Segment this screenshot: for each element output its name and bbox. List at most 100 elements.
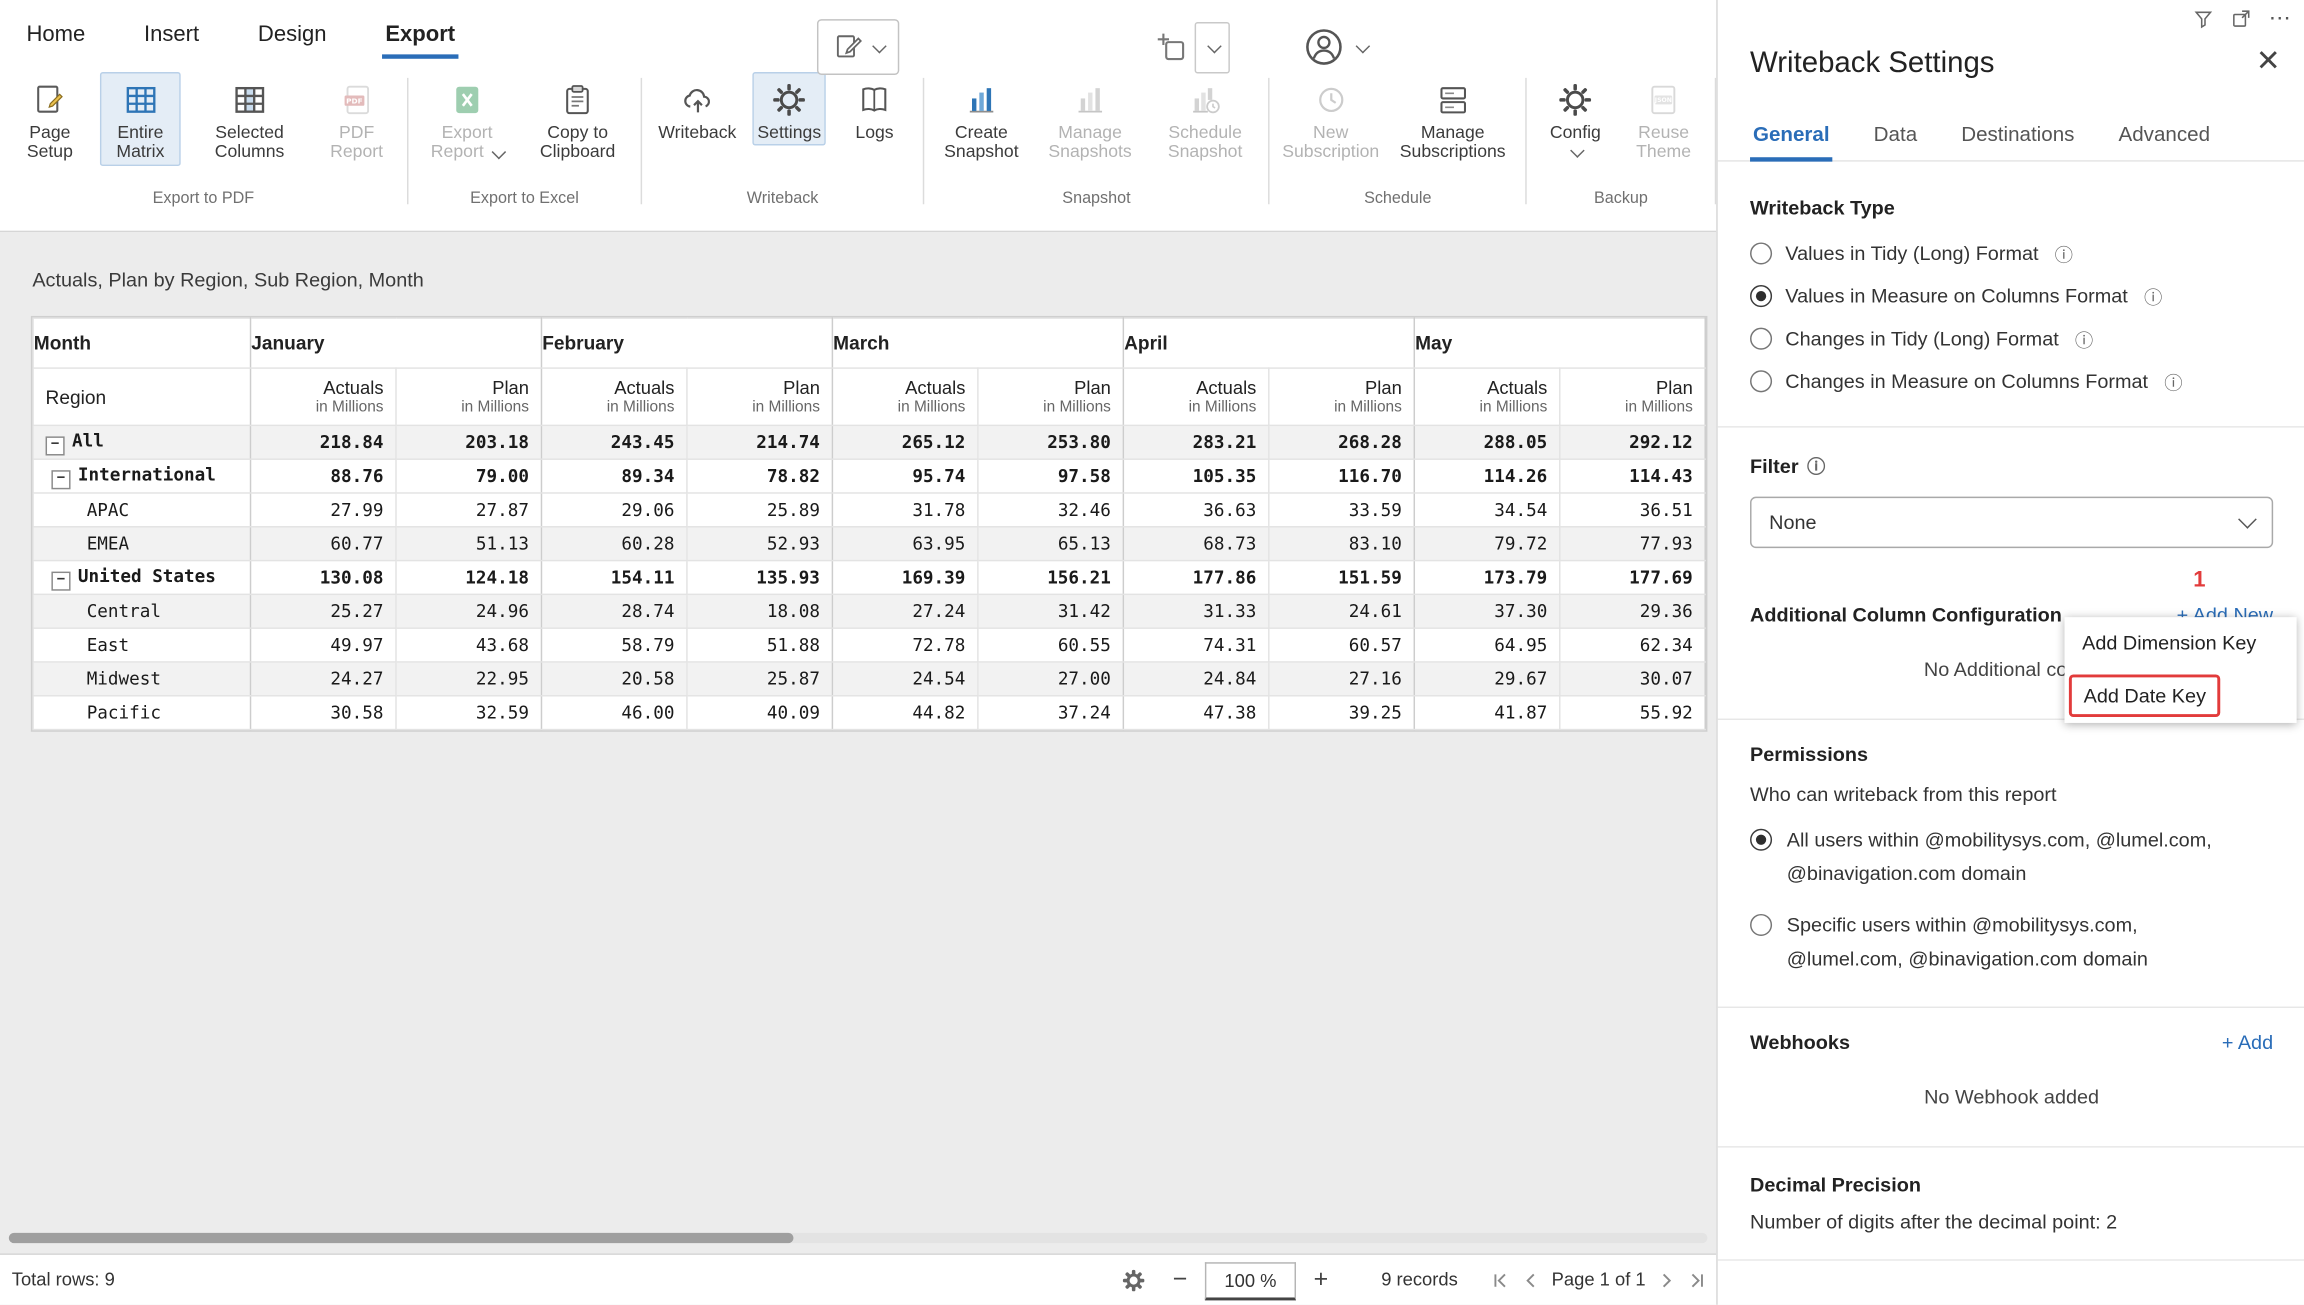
measure-header-actuals[interactable]: Actualsin Millions bbox=[251, 368, 396, 425]
matrix-cell[interactable]: 63.95 bbox=[832, 527, 977, 561]
info-icon[interactable]: ⓘ bbox=[2164, 367, 2182, 395]
matrix-cell[interactable]: 31.42 bbox=[978, 594, 1123, 628]
matrix-cell[interactable]: 25.87 bbox=[687, 662, 832, 696]
matrix-cell[interactable]: 292.12 bbox=[1560, 425, 1705, 459]
panel-tab-data[interactable]: Data bbox=[1871, 110, 1920, 160]
ribbon-button-entire-matrix[interactable]: Entire Matrix bbox=[100, 72, 181, 166]
matrix-cell[interactable]: 214.74 bbox=[687, 425, 832, 459]
writeback-type-option-values-in-tidy-long-format[interactable]: Values in Tidy (Long) Formatⓘ bbox=[1750, 232, 2273, 275]
zoom-level-input[interactable]: 100 % bbox=[1205, 1262, 1296, 1300]
matrix-cell[interactable]: 33.59 bbox=[1269, 493, 1414, 527]
matrix-cell[interactable]: 27.24 bbox=[832, 594, 977, 628]
measure-header-plan[interactable]: Planin Millions bbox=[978, 368, 1123, 425]
writeback-type-option-changes-in-tidy-long-format[interactable]: Changes in Tidy (Long) Formatⓘ bbox=[1750, 317, 2273, 360]
zoom-out-button[interactable]: − bbox=[1173, 1255, 1188, 1305]
matrix-cell[interactable]: 29.06 bbox=[541, 493, 686, 527]
info-icon[interactable]: ⓘ bbox=[1807, 456, 1825, 478]
more-options-icon[interactable]: ⋯ bbox=[2269, 8, 2293, 29]
ribbon-button-settings[interactable]: Settings bbox=[753, 72, 826, 146]
measure-header-plan[interactable]: Planin Millions bbox=[1560, 368, 1705, 425]
ribbon-button-manage-subscriptions[interactable]: Manage Subscriptions bbox=[1392, 72, 1514, 166]
matrix-cell[interactable]: 243.45 bbox=[541, 425, 686, 459]
matrix-cell[interactable]: 31.78 bbox=[832, 493, 977, 527]
matrix-cell[interactable]: 18.08 bbox=[687, 594, 832, 628]
row-label-east[interactable]: East bbox=[33, 628, 250, 662]
matrix-cell[interactable]: 156.21 bbox=[978, 561, 1123, 595]
matrix-cell[interactable]: 28.74 bbox=[541, 594, 686, 628]
row-label-emea[interactable]: EMEA bbox=[33, 527, 250, 561]
matrix-cell[interactable]: 36.63 bbox=[1123, 493, 1268, 527]
matrix-cell[interactable]: 34.54 bbox=[1414, 493, 1559, 527]
ribbon-tab-export[interactable]: Export bbox=[382, 15, 458, 55]
matrix-cell[interactable]: 124.18 bbox=[396, 561, 541, 595]
matrix-cell[interactable]: 60.77 bbox=[251, 527, 396, 561]
matrix-cell[interactable]: 68.73 bbox=[1123, 527, 1268, 561]
matrix-cell[interactable]: 29.67 bbox=[1414, 662, 1559, 696]
measure-header-actuals[interactable]: Actualsin Millions bbox=[541, 368, 686, 425]
month-header-may[interactable]: May bbox=[1414, 318, 1705, 368]
matrix-cell[interactable]: 60.28 bbox=[541, 527, 686, 561]
matrix-cell[interactable]: 27.87 bbox=[396, 493, 541, 527]
matrix-cell[interactable]: 97.58 bbox=[978, 459, 1123, 493]
matrix-cell[interactable]: 135.93 bbox=[687, 561, 832, 595]
matrix-cell[interactable]: 83.10 bbox=[1269, 527, 1414, 561]
matrix-cell[interactable]: 218.84 bbox=[251, 425, 396, 459]
ribbon-tab-design[interactable]: Design bbox=[255, 15, 330, 55]
panel-tab-destinations[interactable]: Destinations bbox=[1958, 110, 2077, 160]
matrix-cell[interactable]: 265.12 bbox=[832, 425, 977, 459]
measure-header-actuals[interactable]: Actualsin Millions bbox=[1414, 368, 1559, 425]
row-label-pacific[interactable]: Pacific bbox=[33, 696, 250, 730]
month-header-march[interactable]: March bbox=[832, 318, 1123, 368]
matrix-cell[interactable]: 268.28 bbox=[1269, 425, 1414, 459]
matrix-cell[interactable]: 27.99 bbox=[251, 493, 396, 527]
ribbon-button-create-snapshot[interactable]: Create Snapshot bbox=[936, 72, 1027, 166]
matrix-cell[interactable]: 37.24 bbox=[978, 696, 1123, 730]
matrix-cell[interactable]: 24.61 bbox=[1269, 594, 1414, 628]
matrix-cell[interactable]: 169.39 bbox=[832, 561, 977, 595]
matrix-cell[interactable]: 24.27 bbox=[251, 662, 396, 696]
ribbon-button-copy-to-clipboard[interactable]: Copy to Clipboard bbox=[526, 72, 629, 166]
matrix-cell[interactable]: 177.69 bbox=[1560, 561, 1705, 595]
horizontal-scrollbar[interactable] bbox=[9, 1233, 1708, 1243]
matrix-cell[interactable]: 283.21 bbox=[1123, 425, 1268, 459]
writeback-type-option-values-in-measure-on-columns-format[interactable]: Values in Measure on Columns Formatⓘ bbox=[1750, 275, 2273, 318]
close-icon[interactable]: ✕ bbox=[2256, 47, 2281, 76]
matrix-cell[interactable]: 60.57 bbox=[1269, 628, 1414, 662]
matrix-cell[interactable]: 37.30 bbox=[1414, 594, 1559, 628]
matrix-cell[interactable]: 25.89 bbox=[687, 493, 832, 527]
month-header-april[interactable]: April bbox=[1123, 318, 1414, 368]
matrix-cell[interactable]: 89.34 bbox=[541, 459, 686, 493]
ribbon-button-page-setup[interactable]: Page Setup bbox=[12, 72, 88, 166]
matrix-cell[interactable]: 41.87 bbox=[1414, 696, 1559, 730]
matrix-cell[interactable]: 105.35 bbox=[1123, 459, 1268, 493]
info-icon[interactable]: ⓘ bbox=[2075, 325, 2093, 353]
matrix-cell[interactable]: 49.97 bbox=[251, 628, 396, 662]
matrix-cell[interactable]: 130.08 bbox=[251, 561, 396, 595]
filter-dropdown[interactable]: None bbox=[1750, 497, 2273, 548]
row-label-midwest[interactable]: Midwest bbox=[33, 662, 250, 696]
measure-header-plan[interactable]: Planin Millions bbox=[396, 368, 541, 425]
writeback-type-option-changes-in-measure-on-columns-format[interactable]: Changes in Measure on Columns Formatⓘ bbox=[1750, 360, 2273, 403]
matrix-cell[interactable]: 58.79 bbox=[541, 628, 686, 662]
matrix-cell[interactable]: 47.38 bbox=[1123, 696, 1268, 730]
matrix-cell[interactable]: 20.58 bbox=[541, 662, 686, 696]
row-label-all[interactable]: −All bbox=[33, 425, 250, 459]
matrix-cell[interactable]: 51.13 bbox=[396, 527, 541, 561]
filter-icon[interactable] bbox=[2192, 7, 2214, 29]
zoom-in-button[interactable]: + bbox=[1314, 1255, 1329, 1305]
matrix-cell[interactable]: 154.11 bbox=[541, 561, 686, 595]
row-label-united-states[interactable]: −United States bbox=[33, 561, 250, 595]
matrix-cell[interactable]: 52.93 bbox=[687, 527, 832, 561]
measure-header-plan[interactable]: Planin Millions bbox=[687, 368, 832, 425]
row-label-apac[interactable]: APAC bbox=[33, 493, 250, 527]
add-annotation-dropdown[interactable] bbox=[1195, 22, 1230, 73]
next-page-button[interactable] bbox=[1657, 1270, 1676, 1289]
matrix-cell[interactable]: 203.18 bbox=[396, 425, 541, 459]
matrix-cell[interactable]: 44.82 bbox=[832, 696, 977, 730]
matrix-cell[interactable]: 27.16 bbox=[1269, 662, 1414, 696]
matrix-cell[interactable]: 22.95 bbox=[396, 662, 541, 696]
month-header-january[interactable]: January bbox=[251, 318, 542, 368]
ribbon-button-writeback[interactable]: Writeback bbox=[654, 72, 741, 146]
collapse-icon[interactable]: − bbox=[51, 571, 70, 590]
user-menu-button[interactable] bbox=[1302, 21, 1368, 74]
